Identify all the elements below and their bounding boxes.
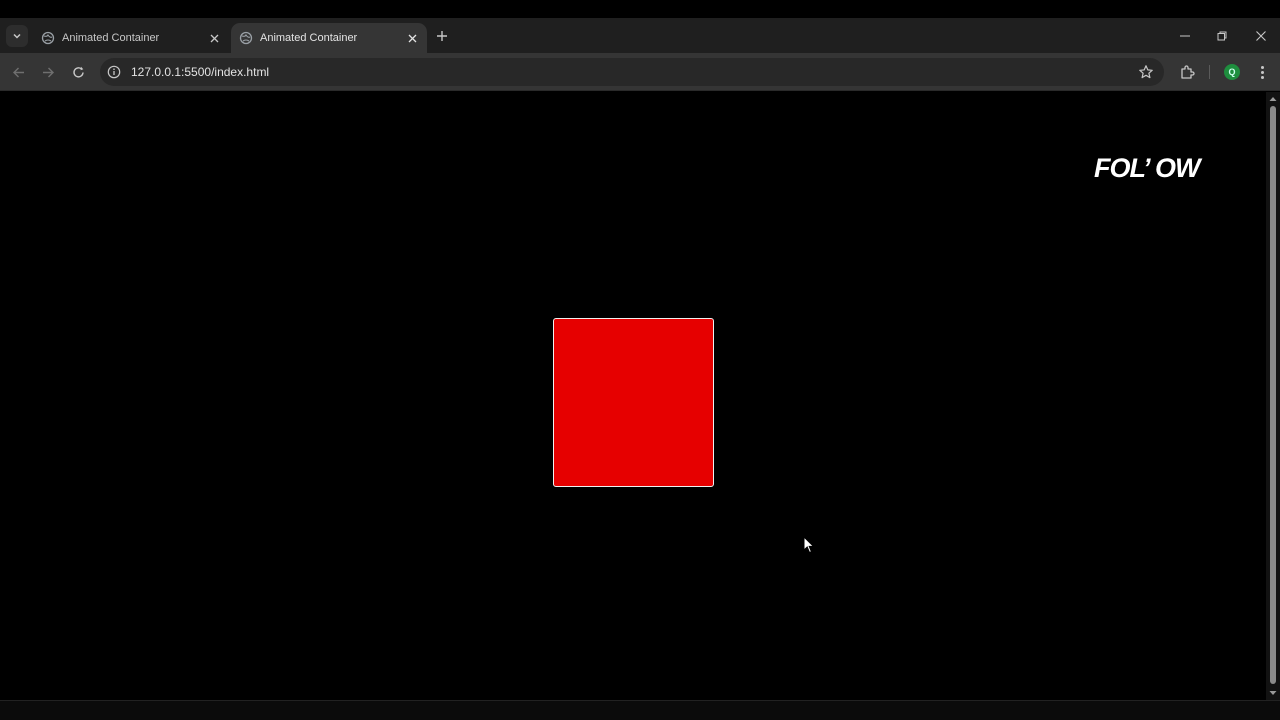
arrow-right-icon <box>42 67 54 77</box>
scroll-down-icon[interactable] <box>1269 689 1277 697</box>
browser-toolbar: 127.0.0.1:5500/index.html Q <box>0 53 1280 91</box>
star-icon[interactable] <box>1138 64 1154 80</box>
arrow-left-icon <box>12 67 24 77</box>
vertical-scrollbar[interactable] <box>1266 92 1280 700</box>
back-button[interactable] <box>9 63 27 81</box>
screen-top-strip <box>0 0 1280 18</box>
window-restore-button[interactable] <box>1212 26 1232 46</box>
toolbar-divider <box>1209 65 1210 79</box>
tab-title: Animated Container <box>62 32 160 44</box>
scrollbar-thumb[interactable] <box>1270 106 1276 684</box>
restore-icon <box>1217 31 1227 41</box>
mouse-cursor-icon <box>803 536 815 554</box>
tab-title: Animated Container <box>260 32 358 44</box>
reload-icon <box>72 66 84 78</box>
minimize-icon <box>1180 35 1190 37</box>
follow-logo: FOL’ OW <box>1094 153 1200 183</box>
forward-button[interactable] <box>39 63 57 81</box>
tab-strip: Animated Container Animated Container <box>0 18 1280 53</box>
globe-icon <box>239 31 253 45</box>
address-bar[interactable]: 127.0.0.1:5500/index.html <box>100 58 1164 86</box>
window-close-button[interactable] <box>1251 26 1271 46</box>
close-icon <box>210 34 218 42</box>
tab-close-button[interactable] <box>207 31 221 45</box>
profile-avatar[interactable]: Q <box>1224 64 1240 80</box>
kebab-menu-icon[interactable] <box>1255 63 1269 81</box>
close-icon <box>408 34 416 42</box>
screen-bottom-strip <box>0 700 1280 720</box>
tab-search-button[interactable] <box>6 25 28 47</box>
tab-1[interactable]: Animated Container <box>33 23 229 53</box>
scroll-up-icon[interactable] <box>1269 95 1277 103</box>
close-icon <box>1256 31 1266 41</box>
animated-container-box <box>553 318 714 487</box>
window-minimize-button[interactable] <box>1175 26 1195 46</box>
tab-2[interactable]: Animated Container <box>231 23 427 53</box>
globe-icon <box>41 31 55 45</box>
reload-button[interactable] <box>69 63 87 81</box>
address-bar-url[interactable]: 127.0.0.1:5500/index.html <box>131 65 1138 79</box>
puzzle-icon[interactable] <box>1179 63 1197 81</box>
info-icon[interactable] <box>107 65 121 79</box>
new-tab-button[interactable] <box>434 28 450 44</box>
tab-close-button[interactable] <box>405 31 419 45</box>
plus-icon <box>437 31 447 41</box>
chevron-down-icon <box>13 33 21 39</box>
